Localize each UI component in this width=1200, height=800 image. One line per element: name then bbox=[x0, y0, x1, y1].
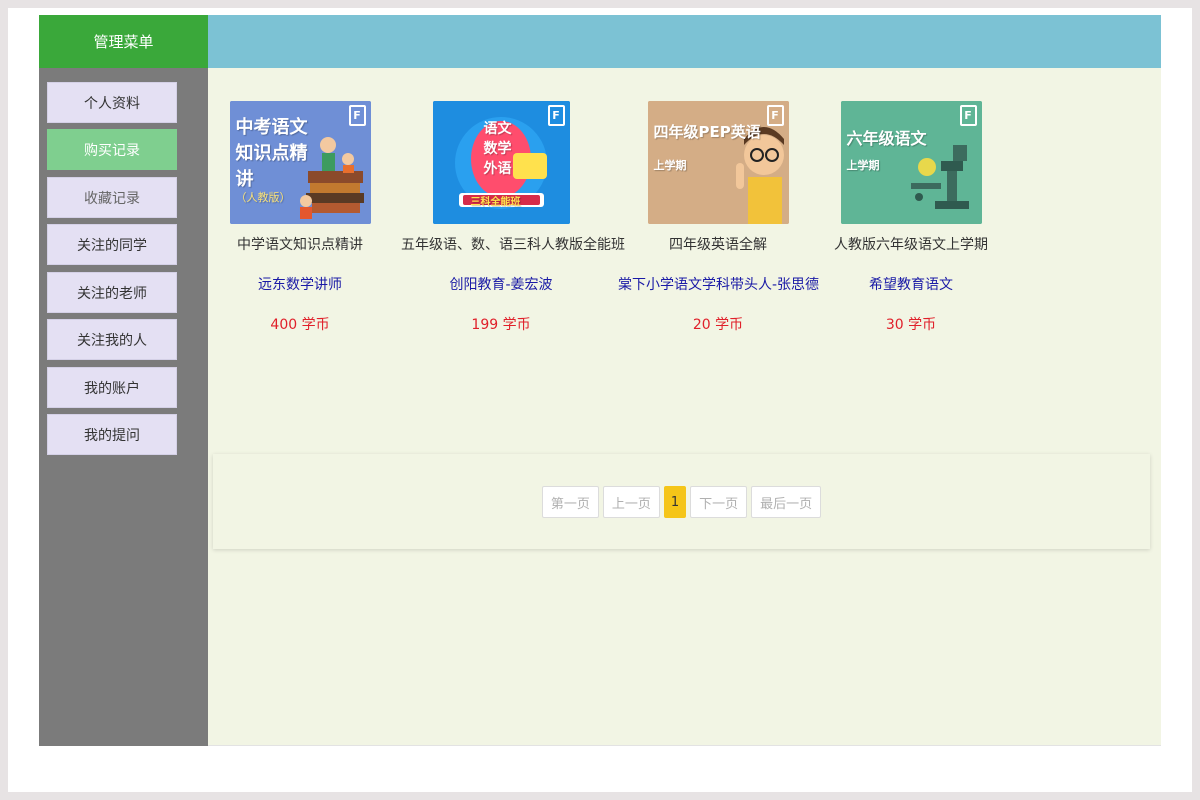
cover-subtitle: （人教版） bbox=[235, 191, 291, 204]
course-teacher-link[interactable]: 创阳教育-姜宏波 bbox=[401, 276, 601, 294]
cover-subtitle: 上学期 bbox=[653, 159, 687, 172]
brand-logo-icon: F bbox=[766, 105, 784, 126]
course-cover[interactable]: 中考语文知识点精讲 （人教版） F bbox=[229, 101, 371, 224]
course-card: 语文 数学 外语 三科全能班 F 五年级语、数、语三科人教版全能班 创阳教育-姜… bbox=[401, 101, 625, 334]
last-page-button[interactable]: 最后一页 bbox=[751, 486, 822, 518]
course-cover[interactable]: 语文 数学 外语 三科全能班 F bbox=[432, 101, 570, 224]
main-content: 中考语文知识点精讲 （人教版） F 中学语文知识点精讲 远东数学讲师 400 学… bbox=[208, 68, 1161, 746]
brand-logo-icon: F bbox=[348, 105, 366, 126]
first-page-button[interactable]: 第一页 bbox=[541, 486, 599, 518]
menu-title: 管理菜单 bbox=[39, 15, 208, 68]
window-top-accent bbox=[948, 8, 1000, 10]
brand-logo-icon: F bbox=[959, 105, 977, 126]
course-price: 400 学币 bbox=[270, 317, 330, 333]
sidebar-item-my-account[interactable]: 我的账户 bbox=[47, 367, 177, 408]
header-bar bbox=[208, 15, 1161, 68]
pagination: 第一页 上一页 1 下一页 最后一页 bbox=[213, 486, 1150, 518]
course-price: 20 学币 bbox=[692, 317, 744, 333]
cover-subtitle: 三科全能班 bbox=[470, 197, 521, 208]
course-teacher-link[interactable]: 希望教育语文 bbox=[811, 276, 1011, 294]
course-name[interactable]: 四年级英语全解 bbox=[618, 236, 818, 254]
course-card: 四年级PEP英语 上学期 F 四年级英语全解 棠下小学语文学科带头人-张思德 2… bbox=[618, 101, 819, 334]
course-teacher-link[interactable]: 棠下小学语文学科带头人-张思德 bbox=[618, 276, 819, 294]
sidebar-item-followed-classmates[interactable]: 关注的同学 bbox=[47, 224, 177, 265]
brand-logo-icon: F bbox=[547, 105, 565, 126]
sidebar-item-followed-teachers[interactable]: 关注的老师 bbox=[47, 272, 177, 313]
course-name[interactable]: 五年级语、数、语三科人教版全能班 bbox=[401, 236, 625, 254]
sidebar-item-followers[interactable]: 关注我的人 bbox=[47, 319, 177, 360]
cover-subtitle: 上学期 bbox=[846, 159, 880, 172]
course-cover[interactable]: 六年级语文 上学期 F bbox=[840, 101, 982, 224]
sidebar-item-purchase-history[interactable]: 购买记录 bbox=[47, 129, 177, 170]
sidebar-item-favorites[interactable]: 收藏记录 bbox=[47, 177, 177, 218]
course-card: 六年级语文 上学期 F 人教版六年级语文上学期 希望教育语文 30 学币 bbox=[811, 101, 1011, 334]
course-cover[interactable]: 四年级PEP英语 上学期 F bbox=[647, 101, 789, 224]
course-name[interactable]: 中学语文知识点精讲 bbox=[200, 236, 400, 254]
sidebar-item-my-questions[interactable]: 我的提问 bbox=[47, 414, 177, 455]
course-price: 199 学币 bbox=[471, 317, 531, 333]
sidebar: 个人资料 购买记录 收藏记录 关注的同学 关注的老师 关注我的人 我的账户 我的… bbox=[39, 68, 208, 746]
course-teacher-link[interactable]: 远东数学讲师 bbox=[200, 276, 400, 294]
course-card: 中考语文知识点精讲 （人教版） F 中学语文知识点精讲 远东数学讲师 400 学… bbox=[200, 101, 400, 334]
cover-title: 六年级语文 bbox=[846, 129, 927, 148]
current-page-button[interactable]: 1 bbox=[663, 486, 687, 518]
sidebar-item-profile[interactable]: 个人资料 bbox=[47, 82, 177, 123]
course-name[interactable]: 人教版六年级语文上学期 bbox=[811, 236, 1011, 254]
prev-page-button[interactable]: 上一页 bbox=[602, 486, 660, 518]
course-price: 30 学币 bbox=[885, 317, 937, 333]
pagination-panel: 第一页 上一页 1 下一页 最后一页 bbox=[213, 454, 1150, 549]
cover-title: 中考语文知识点精讲 bbox=[235, 117, 308, 190]
cover-title: 语文 数学 外语 bbox=[483, 121, 512, 177]
cover-title: 四年级PEP英语 bbox=[653, 123, 761, 141]
next-page-button[interactable]: 下一页 bbox=[690, 486, 748, 518]
